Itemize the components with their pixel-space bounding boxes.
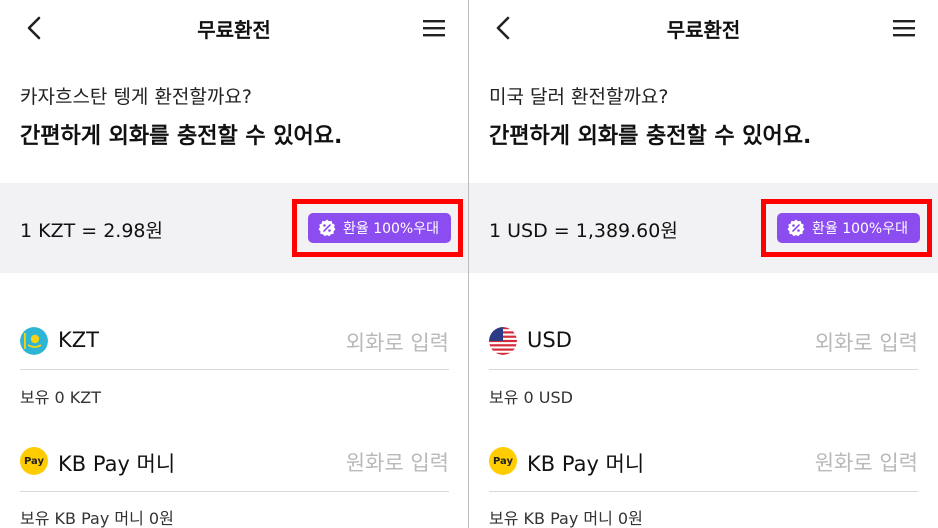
header: 무료환전 [0, 0, 468, 58]
highlight-box: 환율 100%우대 [292, 199, 463, 257]
kb-pay-label: KB Pay 머니 [527, 452, 645, 476]
rate-band: 1 USD = 1,389.60원 환율 100%우대 [469, 183, 938, 273]
headline: 간편하게 외화를 충전할 수 있어요. [489, 124, 812, 149]
krw-amount-input[interactable]: 원화로 입력 [346, 447, 449, 477]
exchange-panel-usd: 무료환전 미국 달러 환전할까요? 간편하게 외화를 충전할 수 있어요. 1 … [469, 0, 938, 528]
foreign-holding: 보유 0 USD [489, 388, 573, 407]
kb-pay-label: KB Pay 머니 [58, 452, 176, 476]
percent-badge-icon [318, 219, 336, 237]
foreign-amount-input[interactable]: 외화로 입력 [346, 327, 449, 357]
kazakhstan-flag-icon [20, 327, 48, 355]
krw-amount-input[interactable]: 원화로 입력 [815, 447, 918, 477]
rate-band: 1 KZT = 2.98원 환율 100%우대 [0, 183, 468, 273]
exchange-panel-kzt: 무료환전 카자흐스탄 텡게 환전할까요? 간편하게 외화를 충전할 수 있어요.… [0, 0, 469, 528]
page-title: 무료환전 [197, 18, 271, 42]
rate-benefit-label: 환율 100%우대 [812, 221, 908, 237]
currency-code: USD [527, 328, 572, 352]
foreign-currency-input-row[interactable]: KZT 외화로 입력 [20, 324, 449, 370]
hamburger-menu-icon[interactable] [422, 18, 446, 38]
currency-code: KZT [58, 328, 99, 352]
percent-badge-icon [787, 219, 805, 237]
kb-pay-icon: Pay [489, 447, 517, 475]
headline: 간편하게 외화를 충전할 수 있어요. [20, 124, 343, 149]
kb-pay-icon: Pay [20, 447, 48, 475]
kb-pay-holding: 보유 KB Pay 머니 0원 [489, 509, 643, 528]
kb-pay-input-row[interactable]: Pay KB Pay 머니 원화로 입력 [20, 444, 449, 492]
exchange-question: 카자흐스탄 텡게 환전할까요? [20, 86, 252, 108]
foreign-amount-input[interactable]: 외화로 입력 [815, 327, 918, 357]
foreign-currency-input-row[interactable]: USD 외화로 입력 [489, 324, 918, 370]
rate-benefit-button[interactable]: 환율 100%우대 [308, 213, 451, 243]
highlight-box: 환율 100%우대 [761, 199, 932, 257]
foreign-holding: 보유 0 KZT [20, 388, 102, 407]
rate-benefit-button[interactable]: 환율 100%우대 [777, 213, 920, 243]
header: 무료환전 [469, 0, 938, 58]
kb-pay-input-row[interactable]: Pay KB Pay 머니 원화로 입력 [489, 444, 918, 492]
kb-pay-holding: 보유 KB Pay 머니 0원 [20, 509, 174, 528]
rate-benefit-label: 환율 100%우대 [343, 221, 439, 237]
exchange-question: 미국 달러 환전할까요? [489, 86, 669, 108]
exchange-rate: 1 USD = 1,389.60원 [489, 220, 678, 242]
page-title: 무료환전 [666, 18, 741, 42]
usa-flag-icon [489, 327, 517, 355]
hamburger-menu-icon[interactable] [892, 18, 916, 38]
exchange-rate: 1 KZT = 2.98원 [20, 220, 163, 242]
